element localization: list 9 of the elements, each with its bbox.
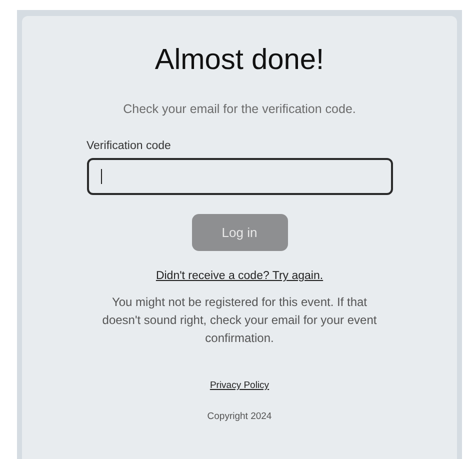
text-cursor-icon [100,169,102,184]
field-label: Verification code [86,140,171,152]
page-title: Almost done! [154,43,324,78]
subtitle-text: Check your email for the verification code. [123,102,356,116]
copyright-text: Copyright 2024 [207,411,272,422]
retry-link[interactable]: Didn't receive a code? Try again. [156,270,324,282]
privacy-link[interactable]: Privacy Policy [210,380,270,391]
code-input-field[interactable] [86,158,392,195]
notice-text: You might not be registered for this event. If that doesn't sound right, check your email for your event confirmation. [101,294,378,347]
